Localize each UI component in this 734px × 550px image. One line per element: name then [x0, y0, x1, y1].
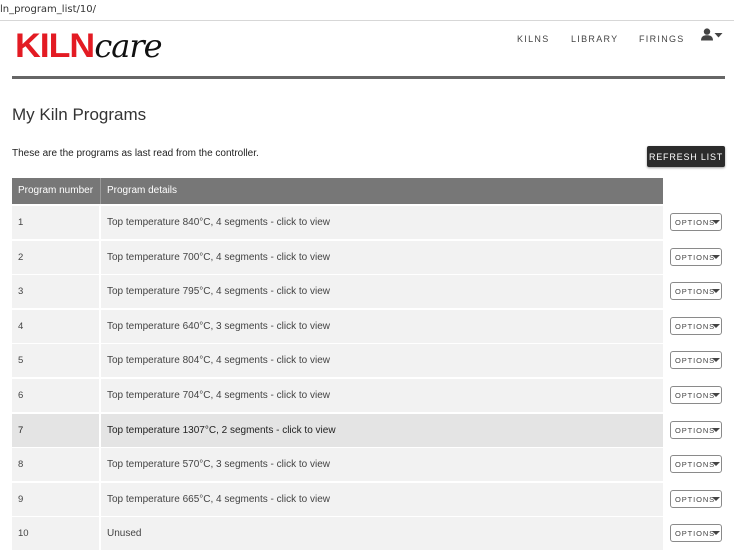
table-row: 10 Unused OPTIONS [12, 517, 727, 550]
program-details-cell[interactable]: Top temperature 804°C, 4 segments - clic… [101, 344, 663, 378]
nav-kilns[interactable]: KILNS [517, 34, 550, 44]
options-label: OPTIONS [675, 494, 716, 504]
program-details-link[interactable]: Top temperature 570°C, 3 segments - clic… [107, 448, 330, 481]
chevron-down-icon [714, 33, 723, 38]
program-number-cell: 9 [12, 482, 99, 516]
address-bar[interactable]: ln_program_list/10/ [0, 0, 734, 21]
program-number: 4 [18, 320, 24, 332]
column-header-program-number: Program number [18, 185, 94, 196]
table-row: 3 Top temperature 795°C, 4 segments - cl… [12, 275, 727, 309]
caret-down-icon [712, 462, 720, 467]
program-details-cell[interactable]: Top temperature 795°C, 4 segments - clic… [101, 275, 663, 309]
program-number: 7 [18, 424, 24, 436]
options-dropdown-button[interactable]: OPTIONS [670, 455, 722, 474]
column-header-program-details: Program details [107, 185, 178, 196]
table-row: 8 Top temperature 570°C, 3 segments - cl… [12, 448, 727, 482]
table-row: 9 Top temperature 665°C, 4 segments - cl… [12, 482, 727, 516]
options-dropdown-button[interactable]: OPTIONS [670, 351, 722, 370]
options-dropdown-button[interactable]: OPTIONS [670, 213, 722, 231]
program-number: 2 [18, 251, 24, 263]
program-details-link[interactable]: Top temperature 804°C, 4 segments - clic… [107, 344, 330, 377]
user-menu-button[interactable] [701, 28, 723, 42]
caret-down-icon [712, 220, 720, 224]
caret-down-icon [712, 531, 720, 536]
options-dropdown-button[interactable]: OPTIONS [670, 420, 722, 439]
program-number-cell: 5 [12, 344, 99, 378]
caret-down-icon [712, 393, 720, 397]
program-number: 10 [18, 528, 29, 540]
program-details-cell[interactable]: Top temperature 1307°C, 2 segments - cli… [101, 413, 663, 447]
options-label: OPTIONS [675, 529, 716, 539]
program-details-link[interactable]: Top temperature 665°C, 4 segments - clic… [107, 483, 330, 516]
options-label: OPTIONS [675, 287, 716, 297]
caret-down-icon [712, 254, 720, 259]
program-number: 5 [18, 355, 24, 367]
caret-down-icon [712, 323, 720, 328]
caret-down-icon [712, 289, 720, 294]
program-details-link[interactable]: Top temperature 640°C, 3 segments - clic… [107, 310, 330, 343]
program-details-cell[interactable]: Top temperature 700°C, 4 segments - clic… [101, 240, 663, 274]
nav-library[interactable]: LIBRARY [571, 34, 618, 44]
address-url[interactable]: ln_program_list/10/ [0, 4, 96, 15]
user-icon [701, 28, 723, 41]
options-dropdown-button[interactable]: OPTIONS [670, 247, 722, 266]
program-number-cell: 1 [12, 206, 99, 239]
refresh-list-button[interactable]: REFRESH LIST [647, 146, 725, 167]
table-row: 6 Top temperature 704°C, 4 segments - cl… [12, 379, 727, 412]
options-label: OPTIONS [675, 391, 716, 400]
program-number-cell: 8 [12, 448, 99, 482]
program-number-cell: 6 [12, 379, 99, 412]
options-label: OPTIONS [675, 252, 716, 262]
table-row: 4 Top temperature 640°C, 3 segments - cl… [12, 309, 727, 343]
program-details-cell[interactable]: Top temperature 704°C, 4 segments - clic… [101, 379, 663, 412]
program-number: 6 [18, 390, 24, 401]
table-row: 2 Top temperature 700°C, 4 segments - cl… [12, 240, 727, 274]
nav-firings[interactable]: FIRINGS [639, 34, 685, 44]
program-number-cell: 7 [12, 413, 99, 447]
options-label: OPTIONS [675, 321, 716, 331]
column-divider [100, 178, 101, 204]
caret-down-icon [712, 496, 720, 501]
program-number: 1 [18, 217, 24, 228]
program-number: 3 [18, 286, 24, 298]
program-details-cell[interactable]: Top temperature 640°C, 3 segments - clic… [101, 309, 663, 343]
table-row: 1 Top temperature 840°C, 4 segments - cl… [12, 206, 727, 239]
program-number-cell: 2 [12, 240, 99, 274]
options-dropdown-button[interactable]: OPTIONS [670, 316, 722, 335]
options-dropdown-button[interactable]: OPTIONS [670, 524, 722, 543]
program-details-cell[interactable]: Top temperature 570°C, 3 segments - clic… [101, 448, 663, 482]
program-details-link[interactable]: Top temperature 700°C, 4 segments - clic… [107, 241, 330, 274]
program-details-link[interactable]: Top temperature 795°C, 4 segments - clic… [107, 275, 330, 308]
program-details-cell[interactable]: Top temperature 840°C, 4 segments - clic… [101, 206, 663, 239]
program-number: 8 [18, 459, 24, 471]
program-details-link[interactable]: Top temperature 704°C, 4 segments - clic… [107, 379, 330, 412]
header-divider [12, 76, 725, 79]
program-details-cell[interactable]: Unused [101, 517, 663, 550]
page-title: My Kiln Programs [12, 105, 147, 124]
program-details-cell[interactable]: Top temperature 665°C, 4 segments - clic… [101, 482, 663, 516]
program-number-cell: 10 [12, 517, 99, 550]
intro-text: These are the programs as last read from… [12, 148, 259, 159]
options-dropdown-button[interactable]: OPTIONS [670, 386, 722, 404]
program-details-link[interactable]: Top temperature 1307°C, 2 segments - cli… [107, 414, 336, 447]
table-row: 5 Top temperature 804°C, 4 segments - cl… [12, 344, 727, 378]
programs-table-header: Program number Program details [12, 178, 663, 204]
options-label: OPTIONS [675, 425, 716, 435]
options-dropdown-button[interactable]: OPTIONS [670, 489, 722, 508]
program-number: 9 [18, 493, 24, 505]
program-details-link[interactable]: Unused [107, 517, 141, 550]
caret-down-icon [712, 427, 720, 432]
table-row-highlighted: 7 Top temperature 1307°C, 2 segments - c… [12, 413, 727, 447]
options-label: OPTIONS [675, 356, 716, 366]
program-number-cell: 3 [12, 275, 99, 309]
program-number-cell: 4 [12, 309, 99, 343]
main-nav: KILNS LIBRARY FIRINGS [0, 34, 734, 46]
options-label: OPTIONS [675, 460, 716, 470]
options-label: OPTIONS [675, 218, 716, 227]
caret-down-icon [712, 358, 720, 363]
options-dropdown-button[interactable]: OPTIONS [670, 282, 722, 301]
program-details-link[interactable]: Top temperature 840°C, 4 segments - clic… [107, 206, 330, 239]
